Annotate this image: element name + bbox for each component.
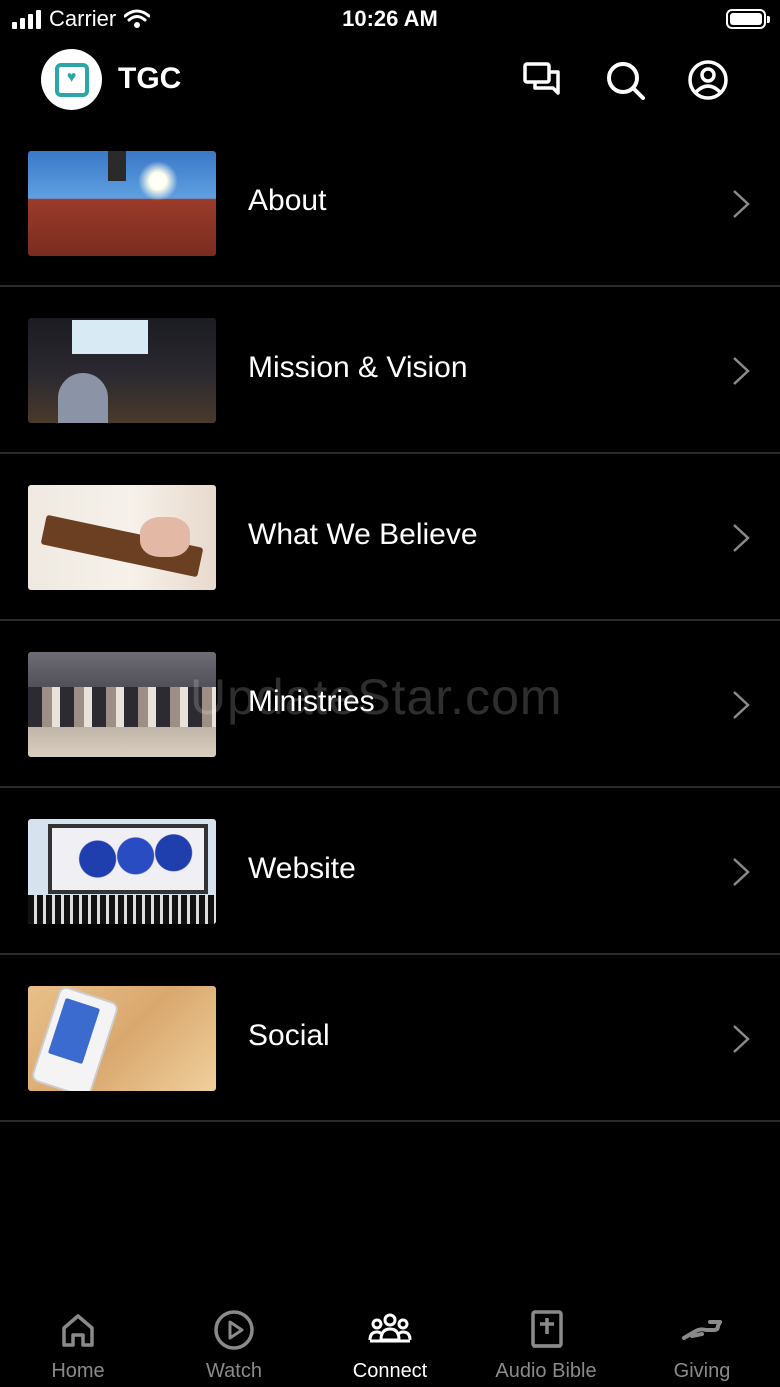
open-bible-photo xyxy=(28,485,216,590)
home-icon xyxy=(62,1314,94,1347)
clock: 10:26 AM xyxy=(342,6,438,31)
list-item-label: What We Believe xyxy=(248,518,478,551)
church-building-photo xyxy=(28,151,216,256)
battery-icon xyxy=(726,9,770,29)
list-item-label: Website xyxy=(248,852,356,885)
tab-label: Connect xyxy=(352,1360,428,1382)
list-item-website[interactable]: Website xyxy=(0,788,780,955)
chevron-right-icon xyxy=(733,1025,750,1053)
chevron-right-icon xyxy=(733,524,750,552)
worship-service-photo xyxy=(28,318,216,423)
app-logo[interactable] xyxy=(41,49,102,110)
chevron-right-icon xyxy=(733,691,750,719)
tab-label: Audio Bible xyxy=(495,1360,597,1382)
bible-icon xyxy=(531,1310,563,1348)
account-icon[interactable] xyxy=(686,58,730,102)
tab-home[interactable]: Home xyxy=(0,1290,156,1387)
tab-label: Giving xyxy=(673,1360,731,1382)
tab-bar: Home Watch Connect Audio Bible Giving xyxy=(0,1290,780,1387)
app-title: TGC xyxy=(118,62,182,95)
list-item-label: Social xyxy=(248,1019,330,1052)
chevron-right-icon xyxy=(733,190,750,218)
tab-connect[interactable]: Connect xyxy=(312,1290,468,1387)
list-item-social[interactable]: Social xyxy=(0,955,780,1122)
list-item-label: Mission & Vision xyxy=(248,351,468,384)
fellowship-meal-photo xyxy=(28,652,216,757)
play-circle-icon xyxy=(214,1310,254,1350)
status-bar: Carrier 10:26 AM xyxy=(0,0,780,40)
smartphone-in-hand-photo xyxy=(28,986,216,1091)
tab-label: Watch xyxy=(206,1360,262,1382)
list-item-label: Ministries xyxy=(248,685,375,718)
tab-audio-bible[interactable]: Audio Bible xyxy=(468,1290,624,1387)
chevron-right-icon xyxy=(733,357,750,385)
search-icon[interactable] xyxy=(603,58,647,102)
web-puzzle-laptop-photo xyxy=(28,819,216,924)
list-item-about[interactable]: About xyxy=(0,120,780,287)
tab-label: Home xyxy=(51,1360,105,1382)
list-item-what-we-believe[interactable]: What We Believe xyxy=(0,454,780,621)
tab-giving[interactable]: Giving xyxy=(624,1290,780,1387)
chevron-right-icon xyxy=(733,858,750,886)
tab-watch[interactable]: Watch xyxy=(156,1290,312,1387)
list-item-ministries[interactable]: Ministries xyxy=(0,621,780,788)
giving-hand-icon xyxy=(682,1320,722,1340)
list-item-label: About xyxy=(248,184,327,217)
app-header: TGC xyxy=(0,48,780,112)
chat-icon[interactable] xyxy=(520,58,564,102)
connect-list: About Mission & Vision What We Believe M… xyxy=(0,120,780,1122)
list-item-mission-vision[interactable]: Mission & Vision xyxy=(0,287,780,454)
group-icon xyxy=(368,1313,412,1343)
